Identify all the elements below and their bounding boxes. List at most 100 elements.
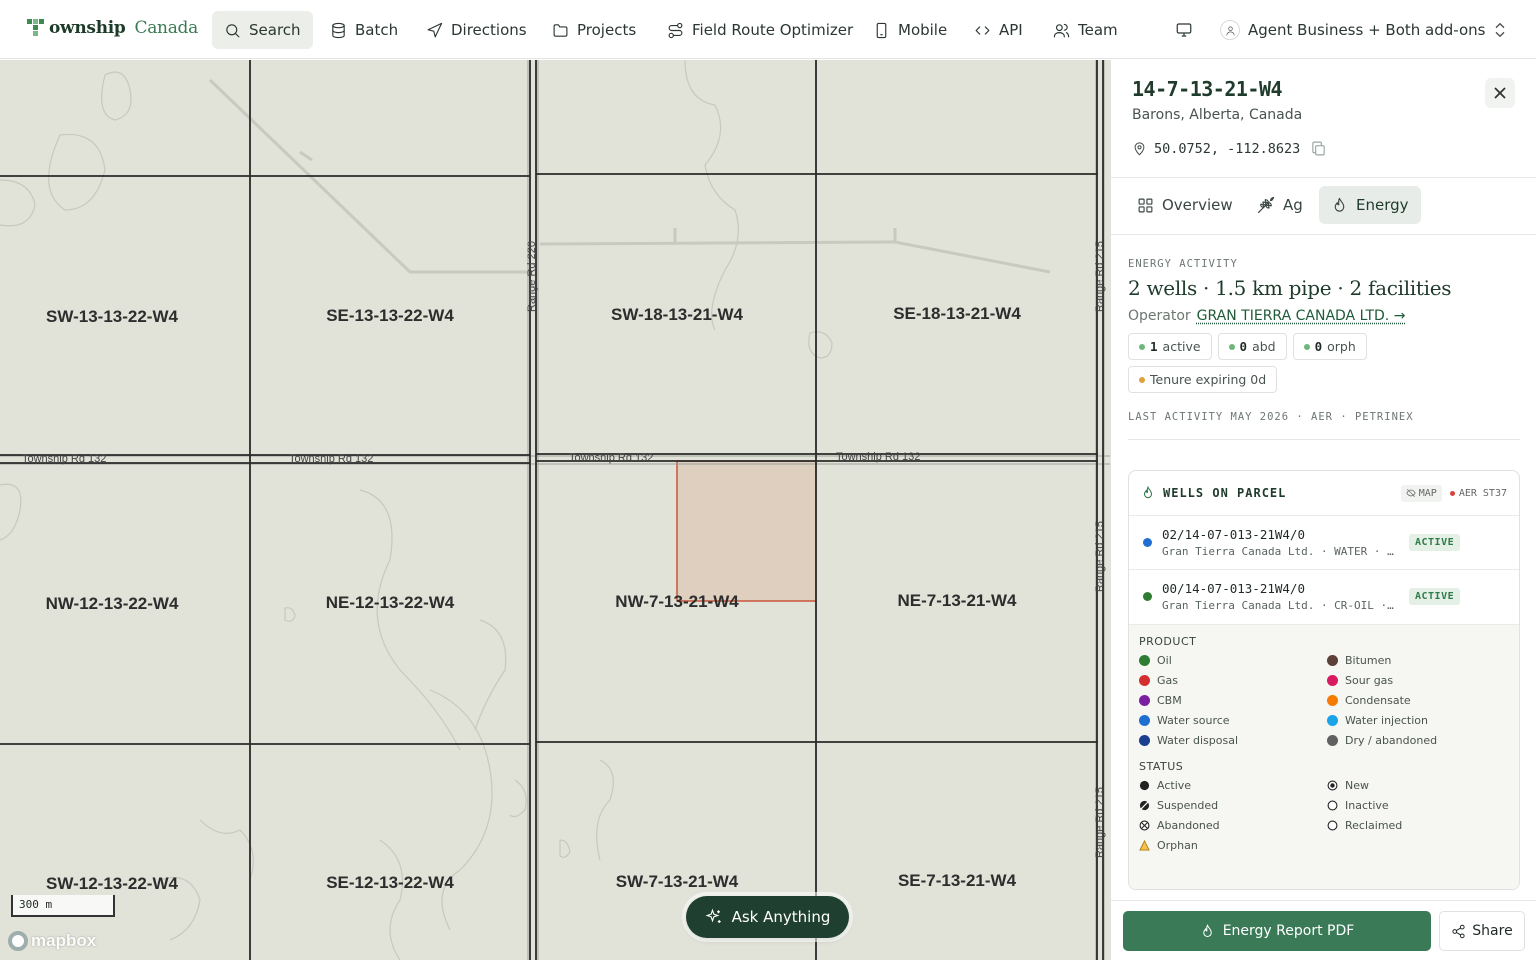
well-product-dot (1143, 538, 1152, 547)
pdf-button-label: Energy Report PDF (1222, 923, 1355, 939)
legend-swatch (1139, 734, 1150, 746)
map-pin-icon (1134, 142, 1145, 156)
nav-field-route-optimizer[interactable]: Field Route Optimizer (655, 11, 865, 49)
map-scale-bar: 300 m (11, 895, 115, 917)
legend-item: Water source (1139, 714, 1327, 727)
well-meta: Gran Tierra Canada Ltd. · WATER · SOURCE (1162, 545, 1398, 558)
map-toggle-button[interactable]: MAP (1400, 484, 1442, 502)
copy-icon[interactable] (1310, 140, 1327, 157)
tab-label: Energy (1356, 196, 1409, 214)
status-badge: ACTIVE (1409, 534, 1461, 551)
brand-region: Canada (134, 18, 199, 38)
legend-item: Inactive (1327, 798, 1515, 812)
folder-icon (553, 23, 568, 37)
well-id: 02/14-07-013-21W4/0 (1162, 527, 1305, 542)
status-abandoned-icon (1139, 820, 1150, 830)
road-label: Range Rd 215 (1094, 241, 1106, 312)
panel-tabs: Overview Ag Energy (1111, 178, 1536, 235)
legend-swatch (1327, 654, 1338, 666)
list-item[interactable]: 00/14-07-013-21W4/0 Gran Tierra Canada L… (1129, 569, 1519, 623)
nav-label: Field Route Optimizer (692, 21, 854, 39)
chip-label: orph (1327, 339, 1356, 354)
legend-label: Inactive (1345, 798, 1389, 812)
well-product-dot (1143, 592, 1152, 601)
parcel-label: NW-7-13-21-W4 (615, 592, 739, 611)
share-button[interactable]: Share (1439, 911, 1525, 951)
legend-item: Orphan (1139, 838, 1327, 852)
legend-label: Suspended (1157, 798, 1219, 812)
parcel-label: SW-13-13-22-W4 (46, 307, 178, 326)
nav-projects[interactable]: Projects (540, 11, 648, 49)
legend-status-title: STATUS (1139, 760, 1184, 773)
parcel-boundaries (0, 60, 1104, 960)
parcel-label: NE-7-13-21-W4 (897, 591, 1017, 610)
legend-label: Orphan (1157, 838, 1198, 852)
monitor-icon (1176, 23, 1192, 37)
legend-label: Water injection (1345, 713, 1428, 727)
last-activity-line: LAST ACTIVITY MAY 2026 · AER · PETRINEX (1128, 411, 1520, 440)
operator-label: Operator (1128, 308, 1191, 324)
legend-item: CBM (1139, 694, 1327, 707)
display-toggle-button[interactable] (1170, 17, 1198, 43)
legend-label: Condensate (1345, 693, 1411, 707)
legend-label: Active (1157, 778, 1192, 792)
parcel-title: 14-7-13-21-W4 (1132, 77, 1283, 101)
nav-team[interactable]: Team (1041, 11, 1130, 49)
legend-item: Gas (1139, 674, 1327, 687)
nav-search[interactable]: Search (212, 11, 313, 49)
app-logo[interactable]: ownship Canada (27, 18, 198, 38)
list-item[interactable]: 02/14-07-013-21W4/0 Gran Tierra Canada L… (1129, 515, 1519, 569)
nav-label: Projects (577, 21, 637, 39)
legend-swatch (1139, 714, 1150, 726)
parcel-label: SW-12-13-22-W4 (46, 874, 178, 893)
well-count-chips: 1 active 0 abd 0 orph Tenure expiring 0d (1128, 333, 1408, 393)
parcel-coordinates: 50.0752, -112.8623 (1132, 140, 1327, 157)
road-label: Township Rd 132 (22, 453, 107, 465)
flame-icon (1202, 923, 1212, 937)
chip-abandoned: 0 abd (1217, 333, 1287, 360)
selected-parcel-highlight[interactable] (676, 460, 817, 602)
close-panel-button[interactable] (1485, 78, 1515, 108)
road-label: Township Rd 132 (289, 453, 374, 465)
legend-item: Sour gas (1327, 674, 1515, 687)
legend-label: Abandoned (1157, 818, 1220, 832)
nav-batch[interactable]: Batch (318, 11, 410, 49)
legend-swatch (1327, 694, 1338, 706)
energy-report-pdf-button[interactable]: Energy Report PDF (1123, 911, 1431, 951)
chip-label: active (1162, 339, 1201, 354)
nav-label: Search (249, 21, 301, 39)
well-id: 00/14-07-013-21W4/0 (1162, 581, 1305, 596)
flame-icon (1334, 197, 1345, 212)
mapbox-attribution[interactable]: mapbox (8, 931, 96, 951)
well-legend: PRODUCT Oil Bitumen Gas Sour gas CBM Con… (1129, 624, 1519, 889)
tab-overview[interactable]: Overview (1125, 186, 1245, 224)
ask-anything-button[interactable]: Ask Anything (686, 896, 849, 938)
road-label: Township Rd 132 (569, 452, 654, 464)
source-label: AER ST37 (1458, 487, 1507, 499)
operator-link[interactable]: GRAN TIERRA CANADA LTD. → (1197, 308, 1406, 324)
parcel-label: SE-18-13-21-W4 (893, 304, 1021, 323)
road-label: Township Rd 132 (836, 451, 921, 463)
account-label: Agent Business + Both add-ons (1248, 21, 1486, 39)
nav-api[interactable]: API (962, 11, 1035, 49)
road-label: Range Rd 220 (526, 241, 538, 312)
map-canvas[interactable]: SW-13-13-22-W4 SE-13-13-22-W4 SW-18-13-2… (0, 60, 1110, 960)
tab-energy[interactable]: Energy (1319, 186, 1421, 224)
account-switcher[interactable]: Agent Business + Both add-ons (1212, 11, 1515, 49)
parcel-label: NW-12-13-22-W4 (45, 594, 179, 613)
status-suspended-icon (1139, 800, 1150, 810)
legend-item: New (1327, 779, 1515, 792)
nav-directions[interactable]: Directions (414, 11, 539, 49)
status-dot (1303, 343, 1310, 350)
chip-label: Tenure expiring 0d (1150, 372, 1267, 387)
legend-swatch (1327, 714, 1338, 726)
chip-count: 1 (1150, 339, 1158, 354)
top-nav-bar: ownship Canada Search Batch Directions P… (0, 0, 1536, 59)
section-eyebrow: ENERGY ACTIVITY (1128, 258, 1238, 270)
legend-item: Water disposal (1139, 734, 1327, 747)
parcel-label: SE-7-13-21-W4 (897, 871, 1017, 890)
tab-ag[interactable]: Ag (1245, 186, 1315, 224)
nav-mobile[interactable]: Mobile (861, 11, 959, 49)
legend-product-title: PRODUCT (1139, 635, 1197, 648)
chip-count: 0 (1239, 339, 1248, 354)
